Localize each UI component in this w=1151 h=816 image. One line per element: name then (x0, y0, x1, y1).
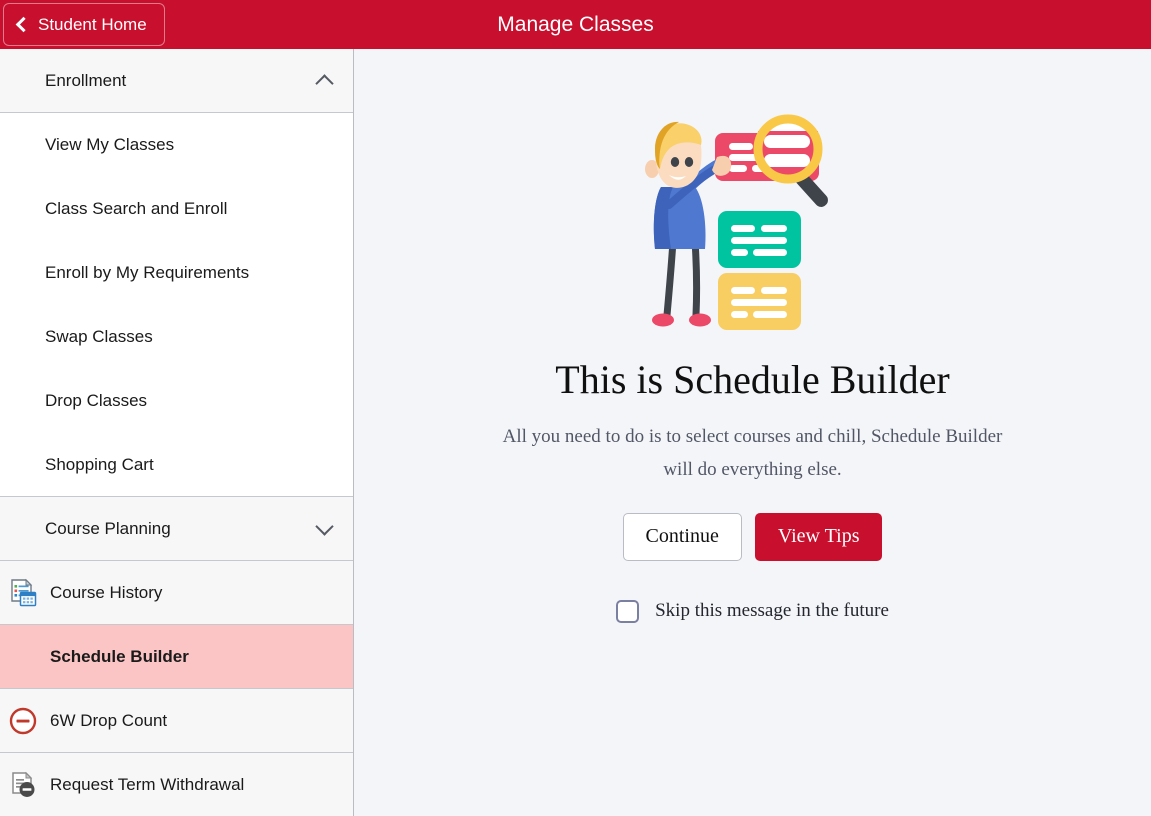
sidebar-item-view-my-classes[interactable]: View My Classes (0, 113, 353, 177)
sidebar-group-label: Course Planning (45, 518, 171, 538)
sidebar-group-label: Enrollment (45, 70, 127, 90)
main-content: This is Schedule Builder All you need to… (354, 49, 1151, 816)
chevron-left-icon (15, 16, 32, 33)
skip-message-label[interactable]: Skip this message in the future (655, 600, 889, 622)
sidebar-item-label: Schedule Builder (50, 646, 189, 666)
sidebar-item-swap-classes[interactable]: Swap Classes (0, 305, 353, 369)
skip-message-checkbox[interactable] (616, 599, 640, 623)
course-history-icon (4, 574, 42, 612)
sidebar-group-enrollment[interactable]: Enrollment (0, 49, 353, 113)
sidebar-item-request-term-withdrawal[interactable]: Request Term Withdrawal (0, 753, 353, 816)
sidebar-item-label: Class Search and Enroll (45, 199, 228, 218)
sidebar-item-label: Course History (50, 582, 163, 602)
sidebar-item-label: Swap Classes (45, 327, 153, 346)
sidebar-item-label: 6W Drop Count (50, 710, 168, 730)
page-body: Enrollment View My Classes Class Search … (0, 49, 1151, 816)
sidebar-item-shopping-cart[interactable]: Shopping Cart (0, 433, 353, 497)
sidebar-item-label: Enroll by My Requirements (45, 263, 250, 282)
sidebar-item-drop-classes[interactable]: Drop Classes (0, 369, 353, 433)
manage-classes-page: Student Home Manage Classes Enrollment V… (0, 0, 1151, 816)
sidebar-item-label: Shopping Cart (45, 454, 154, 474)
page-title: Manage Classes (497, 12, 654, 36)
sidebar-item-label: View My Classes (45, 135, 175, 154)
sidebar-item-label: Drop Classes (45, 391, 148, 410)
schedule-builder-icon-placeholder (4, 638, 42, 676)
skip-message-row: Skip this message in the future (616, 599, 889, 623)
action-button-row: Continue View Tips (622, 512, 883, 561)
sidebar-item-enroll-by-my-requirements[interactable]: Enroll by My Requirements (0, 241, 353, 305)
back-button-label: Student Home (38, 14, 147, 34)
chevron-up-icon (315, 73, 334, 93)
sidebar-group-course-planning[interactable]: Course Planning (0, 497, 353, 561)
page-header: Student Home Manage Classes (0, 0, 1151, 49)
document-minus-icon (4, 766, 42, 804)
sidebar-item-class-search-and-enroll[interactable]: Class Search and Enroll (0, 177, 353, 241)
sidebar-navigation[interactable]: Enrollment View My Classes Class Search … (0, 49, 354, 816)
back-to-student-home-button[interactable]: Student Home (3, 3, 165, 46)
continue-button[interactable]: Continue (622, 512, 742, 561)
sidebar-item-schedule-builder[interactable]: Schedule Builder (0, 625, 353, 689)
sidebar-item-6w-drop-count[interactable]: 6W Drop Count (0, 689, 353, 753)
minus-circle-icon (4, 702, 42, 740)
chevron-down-icon (315, 516, 334, 536)
sidebar-item-course-history[interactable]: Course History (0, 561, 353, 625)
hero-subtitle: All you need to do is to select courses … (502, 426, 1003, 481)
view-tips-button[interactable]: View Tips (754, 512, 883, 561)
schedule-builder-illustration (633, 101, 873, 336)
hero-title: This is Schedule Builder (555, 357, 950, 402)
sidebar-item-label: Request Term Withdrawal (50, 774, 245, 794)
